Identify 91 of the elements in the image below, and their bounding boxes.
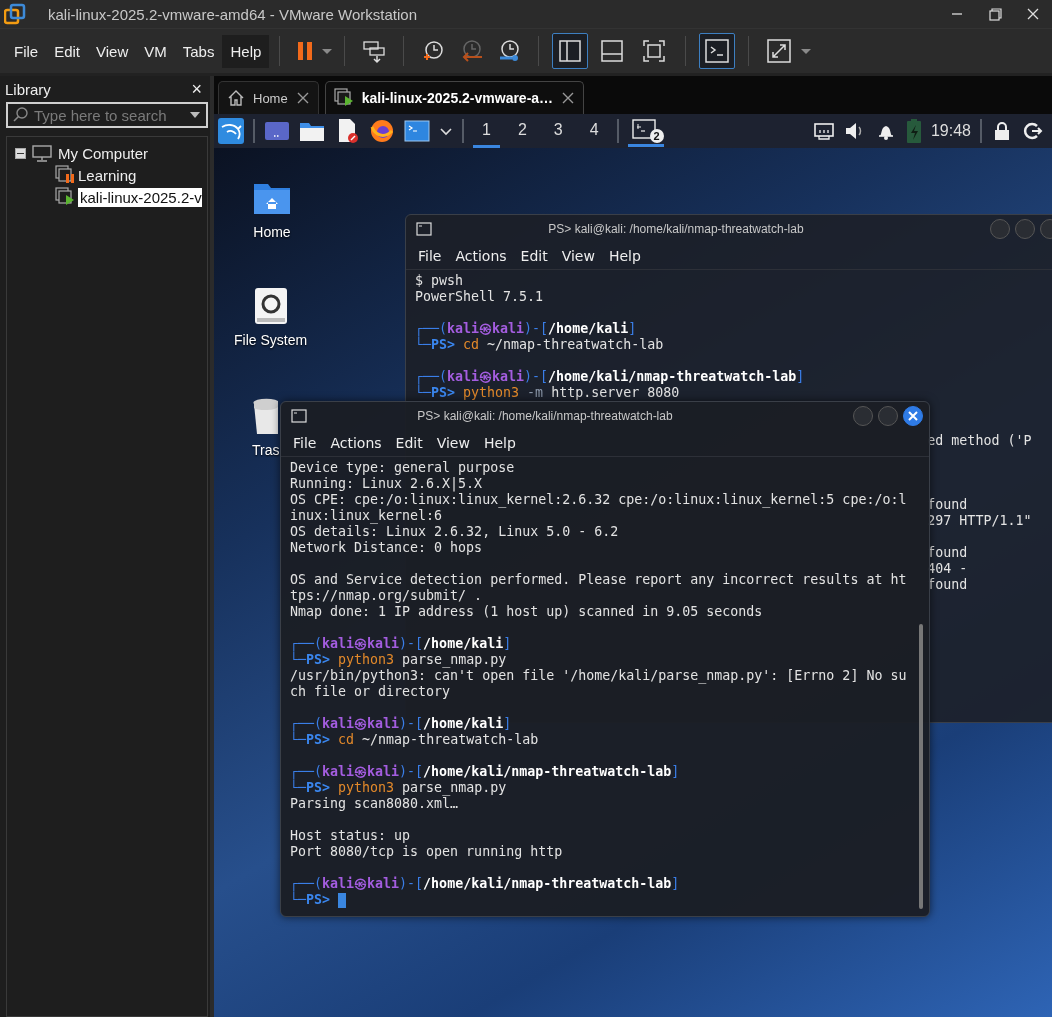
menu-item[interactable]: View (561, 248, 595, 264)
search-icon (12, 106, 30, 124)
terminal-line: └─PS> cd ~/nmap-threatwatch-lab (415, 337, 665, 353)
terminal-line: ch file or directory (290, 684, 452, 700)
terminal-icon (416, 222, 432, 236)
terminal-line: Nmap done: 1 IP address (1 host up) scanned in 9.05 seconds (290, 604, 764, 620)
terminal-app-icon[interactable] (404, 118, 430, 144)
trash-icon[interactable] (252, 396, 278, 436)
terminal-line: └─PS> python3 parse_nmap.py (290, 652, 508, 668)
window-title: PS> kali@kali: /home/kali/nmap-threatwatch-lab (416, 409, 674, 423)
terminal-line: found (927, 497, 968, 513)
terminal-line: Host status: up (290, 828, 412, 844)
window-title: kali-linux-2025.2-vmware-amd64 - VMware Workstation (48, 5, 418, 23)
workspace-button[interactable]: 2 (508, 114, 536, 148)
terminal-line: Network Distance: 0 hops (290, 540, 484, 556)
menu-item[interactable]: File (6, 34, 47, 68)
console-view-button[interactable] (699, 33, 736, 69)
count-badge: 2 (649, 129, 664, 143)
workspace-button[interactable]: 4 (580, 114, 608, 148)
menu-item[interactable]: VM (136, 34, 175, 68)
panel-title: Library (5, 80, 51, 98)
terminal-line: └─PS> python3 -m http.server 8080 (415, 385, 681, 401)
terminal-line: tps://nmap.org/submit/ . (290, 588, 484, 604)
menu-item[interactable]: Edit (395, 435, 423, 451)
app-logo-icon (4, 3, 26, 25)
terminal-line: Port 8080/tcp is open running http (290, 844, 564, 860)
terminal-icon (631, 119, 656, 141)
view-button[interactable] (552, 33, 589, 69)
terminal-line: Running: Linux 2.6.X|5.X (290, 476, 484, 492)
vm-running-icon (55, 187, 75, 207)
window-title: PS> kali@kali: /home/kali/nmap-threatwatch-lab (547, 222, 805, 236)
terminal-line: PowerShell 7.5.1 (415, 289, 545, 305)
menu-item[interactable]: Actions (455, 248, 507, 264)
desktop-icon-label[interactable]: Tras (252, 442, 280, 458)
terminal-line: found (927, 577, 968, 593)
menu-item[interactable]: View (88, 34, 137, 68)
tree-item[interactable]: My Computer (58, 144, 149, 162)
close-icon[interactable] (295, 91, 310, 105)
menu-item[interactable]: Edit (520, 248, 548, 264)
tree-item[interactable]: kali-linux-2025.2-v (78, 187, 202, 207)
workspace-button[interactable]: 3 (544, 114, 572, 148)
close-button[interactable]: × (191, 78, 202, 100)
menu-item[interactable]: View (436, 435, 470, 451)
terminal-line: OS details: Linux 2.6.32, Linux 5.0 - 6.2 (290, 524, 620, 540)
menu-item[interactable]: Help (222, 34, 270, 68)
terminal-line: ┌──(kali㉿kali)-[/home/kali] (290, 716, 513, 732)
desktop-icon-label[interactable]: File System (234, 332, 308, 348)
menu-item[interactable]: Help (608, 248, 641, 264)
menu-item[interactable]: Edit (46, 34, 89, 68)
menu-item[interactable]: Tabs (174, 34, 223, 68)
menu-item[interactable]: File (293, 435, 317, 451)
terminal-line: OS and Service detection performed. Please report any incorrect results at ht (290, 572, 908, 588)
vm-paused-icon (55, 165, 75, 185)
desktop-icon-label[interactable]: Home (253, 224, 291, 240)
terminal-prompt: └─PS> (290, 892, 331, 908)
menu-item[interactable]: Help (483, 435, 516, 451)
tree-item[interactable]: Learning (78, 166, 137, 184)
terminal-line: $ pwsh (415, 273, 465, 289)
terminal-line: inux:linux_kernel:6 (290, 508, 444, 524)
terminal-line: ┌──(kali㉿kali)-[/home/kali] (415, 321, 638, 337)
terminal-line: ┌──(kali㉿kali)-[/home/kali/nmap-threatwatch-lab] (290, 764, 681, 780)
expand-toggle[interactable] (15, 147, 26, 159)
tab[interactable]: kali-linux-2025.2-vmware-a… (324, 81, 585, 114)
browser-icon[interactable] (369, 118, 395, 144)
search-field[interactable]: Type here to search (6, 102, 208, 128)
terminal-line: Device type: general purpose (290, 460, 516, 476)
close-icon[interactable] (561, 91, 576, 105)
close-button[interactable] (903, 406, 923, 426)
vm-running-icon (333, 88, 354, 108)
home-icon (227, 89, 245, 107)
close-icon (907, 410, 919, 422)
clock[interactable]: 19:48 (930, 122, 971, 140)
menu-item[interactable]: Actions (330, 435, 382, 451)
terminal-line: └─PS> cd ~/nmap-threatwatch-lab (290, 732, 540, 748)
terminal-line: ┌──(kali㉿kali)-[/home/kali] (290, 636, 513, 652)
scrollbar[interactable] (919, 624, 923, 909)
text-cursor (338, 892, 347, 908)
network-icon[interactable] (812, 120, 835, 142)
terminal-line: 404 - (927, 561, 968, 577)
terminal-line: /usr/bin/python3: can't open file '/home/kali/parse_nmap.py': [Errno 2] No su (290, 668, 908, 684)
terminal-icon (291, 409, 307, 423)
terminal-line: ┌──(kali㉿kali)-[/home/kali/nmap-threatwatch-lab] (290, 876, 681, 892)
menu-item[interactable]: File (418, 248, 442, 264)
terminal-line: ┌──(kali㉿kali)-[/home/kali/nmap-threatwatch-lab] (415, 369, 806, 385)
terminal-line: found (927, 545, 968, 561)
monitor-icon (31, 144, 53, 162)
terminal-line: Parsing scan8080.xml… (290, 796, 460, 812)
tab[interactable]: Home (218, 81, 319, 114)
terminal-line: └─PS> python3 parse_nmap.py (290, 780, 508, 796)
logout-icon[interactable] (1022, 120, 1044, 142)
terminal-line: OS CPE: cpe:/o:linux:linux_kernel:2.6.32 cpe:/o:linux:linux_kernel:5 cpe:/o:l (290, 492, 908, 508)
